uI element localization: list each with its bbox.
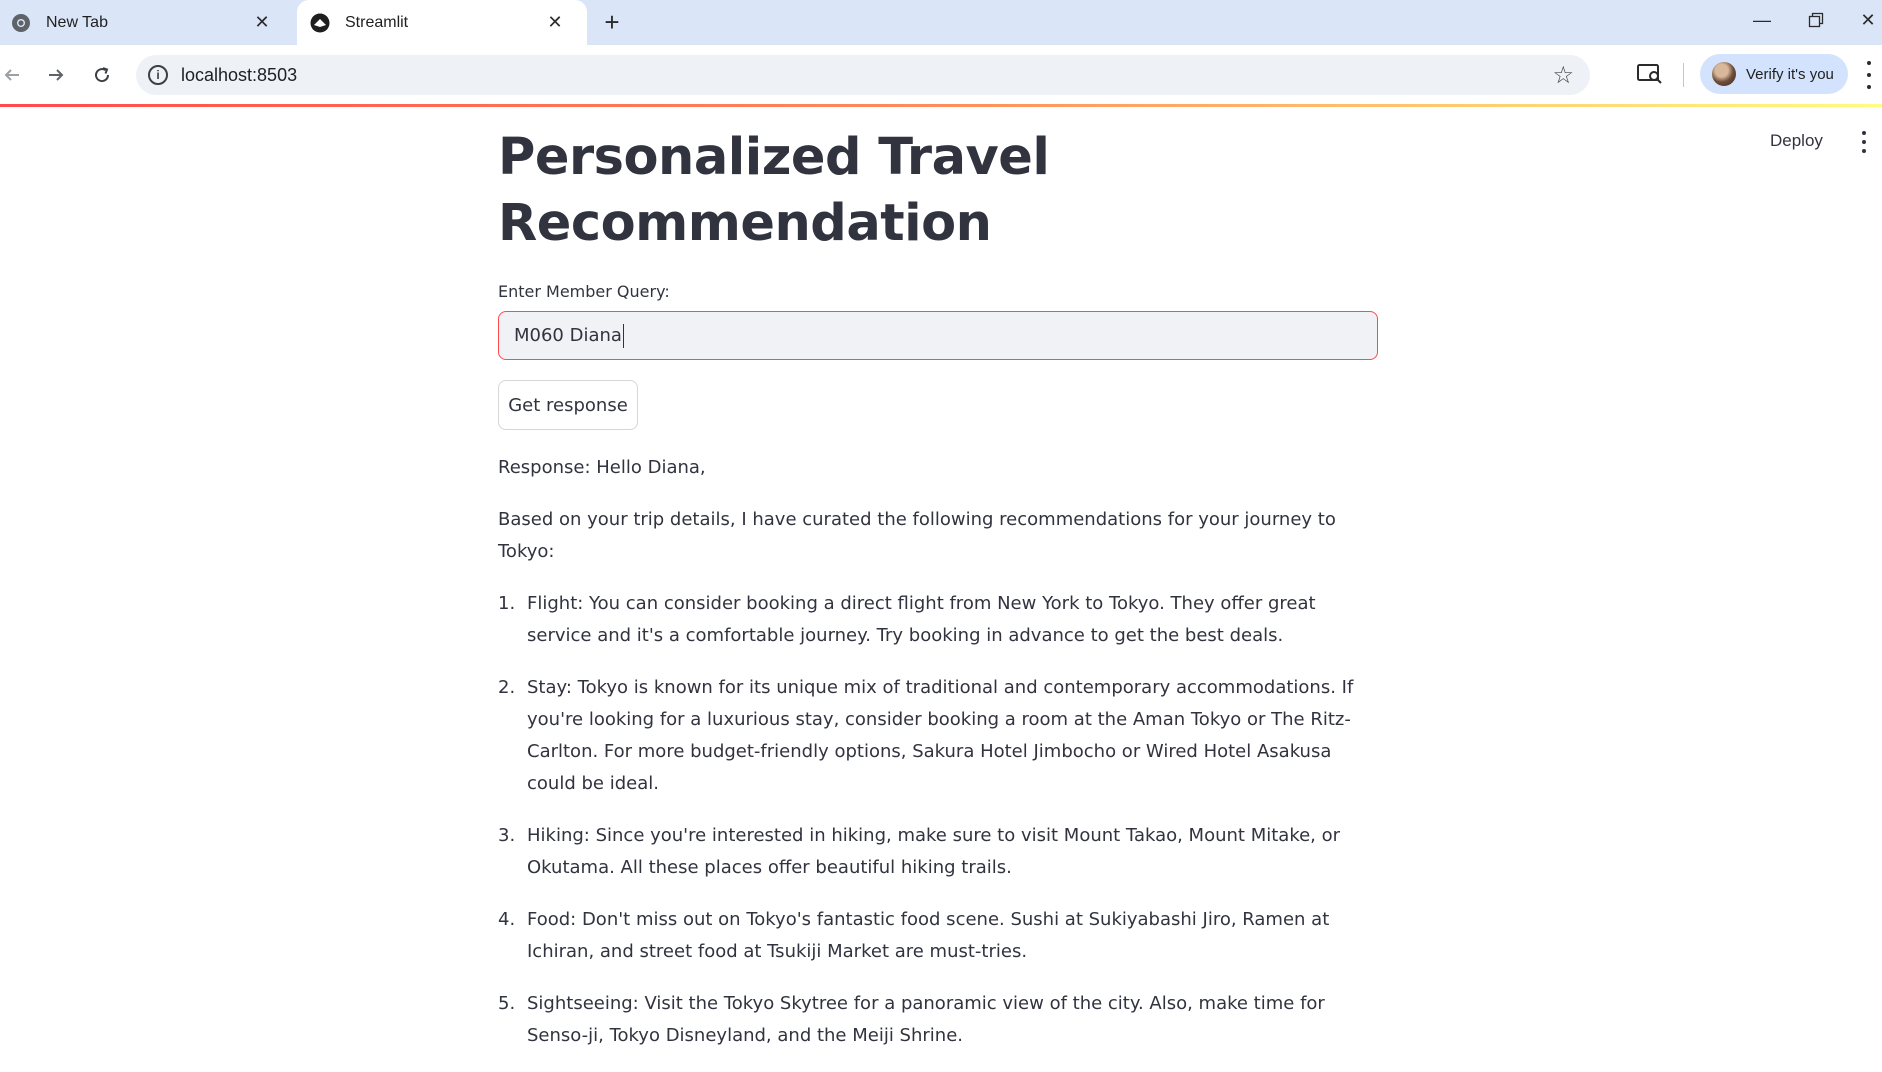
browser-tab-bar: New Tab ✕ Streamlit ✕ + — ✕ xyxy=(0,0,1882,45)
chrome-icon xyxy=(10,12,32,34)
site-info-icon[interactable]: i xyxy=(148,65,168,85)
main-menu-icon[interactable] xyxy=(1860,131,1868,153)
toolbar-divider xyxy=(1683,63,1684,87)
response-greeting: Response: Hello Diana, xyxy=(498,457,706,478)
reload-icon[interactable] xyxy=(86,59,118,91)
tab-title: Streamlit xyxy=(345,13,409,31)
response-output: Response: Hello Diana, Based on your tri… xyxy=(498,452,1378,1072)
page-title: Personalized Travel Recommendation xyxy=(498,128,1050,253)
back-arrow-icon[interactable] xyxy=(0,59,28,91)
close-tab-icon[interactable]: ✕ xyxy=(543,10,567,34)
query-input-value: M060 Diana xyxy=(514,325,622,346)
deploy-button[interactable]: Deploy xyxy=(1770,131,1823,151)
response-intro: Based on your trip details, I have curat… xyxy=(498,509,1336,562)
member-query-input[interactable]: M060 Diana xyxy=(498,311,1378,360)
address-bar[interactable]: i localhost:8503 ☆ xyxy=(136,55,1590,95)
forward-arrow-icon[interactable] xyxy=(40,59,72,91)
profile-chip[interactable]: Verify it's you xyxy=(1700,54,1848,94)
text-caret xyxy=(622,323,625,348)
recommendation-list: 1. Flight: You can consider booking a dir… xyxy=(498,588,1378,1052)
streamlit-app: Deploy Personalized Travel Recommendatio… xyxy=(0,107,1882,1046)
list-item: 1. Flight: You can consider booking a dir… xyxy=(498,593,1316,646)
cast-search-icon[interactable] xyxy=(1636,61,1664,87)
restore-icon[interactable] xyxy=(1796,0,1836,40)
close-tab-icon[interactable]: ✕ xyxy=(250,10,274,34)
avatar xyxy=(1712,62,1736,86)
url-text[interactable]: localhost:8503 xyxy=(181,65,297,86)
list-item: 3. Hiking: Since you're interested in hik… xyxy=(498,825,1341,878)
list-item: 2. Stay: Tokyo is known for its unique mi… xyxy=(498,677,1354,794)
list-item: 5. Sightseeing: Visit the Tokyo Skytree f… xyxy=(498,993,1325,1046)
browser-toolbar: i localhost:8503 ☆ Verify it's you xyxy=(0,45,1882,104)
bookmark-star-icon[interactable]: ☆ xyxy=(1552,61,1574,90)
minimize-icon[interactable]: — xyxy=(1742,0,1782,40)
tab-streamlit[interactable]: Streamlit ✕ xyxy=(297,0,587,45)
streamlit-icon xyxy=(309,12,331,34)
new-tab-plus-icon[interactable]: + xyxy=(598,7,626,37)
query-label: Enter Member Query: xyxy=(498,282,670,301)
profile-label: Verify it's you xyxy=(1746,65,1834,83)
list-item: 4. Food: Don't miss out on Tokyo's fantas… xyxy=(498,909,1330,962)
tab-title: New Tab xyxy=(46,13,108,31)
browser-menu-icon[interactable] xyxy=(1864,61,1874,89)
window-close-icon[interactable]: ✕ xyxy=(1848,0,1882,40)
get-response-button[interactable]: Get response xyxy=(498,380,638,430)
tab-new-tab[interactable]: New Tab ✕ xyxy=(0,0,294,45)
